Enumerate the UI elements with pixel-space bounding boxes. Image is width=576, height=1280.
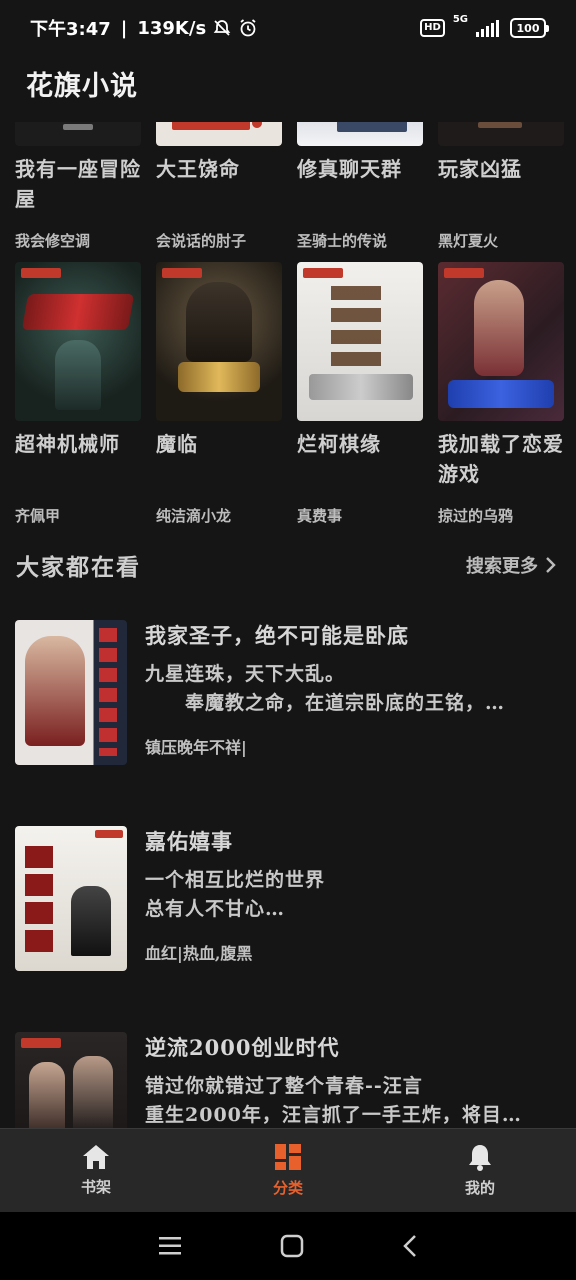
book-author: 真费事 [297,507,343,525]
nav-bookshelf-label: 书架 [80,1178,111,1196]
list-desc: 错过你就错过了整个青春--汪言 重生2000年，汪言抓了一手王炸，将目… [145,1075,522,1126]
list-info: 我家圣子，绝不可能是卧底 九星连珠，天下大乱。 奉魔教之命，在道宗卧底的王铭，…… [145,620,549,765]
nav-category[interactable]: 分类 [228,1143,348,1198]
category-icon [275,1144,301,1170]
app-title: 花旗小说 [26,71,138,102]
section-header: 大家都在看 搜索更多 [16,548,556,582]
book-cover[interactable] [156,122,282,146]
status-right: HD 5G 100 [420,14,549,38]
search-more-link[interactable]: 搜索更多 [466,552,556,578]
book-cover[interactable] [15,262,141,421]
book-card[interactable]: 我加载了恋爱游戏 掠过的乌鸦 [438,262,564,526]
nav-bookshelf[interactable]: 书架 [36,1144,156,1197]
book-title: 魔临 [156,432,198,456]
content-scroll[interactable]: 我有一座冒险屋 我会修空调 大王饶命 会说话的肘子 修真聊天群 圣骑士的传说 玩… [0,122,576,1128]
book-grid-row-2: 超神机械师 齐佩甲 魔临 纯洁滴小龙 烂柯棋缘 真费事 我加载了恋爱游戏 掠过的… [15,262,564,526]
book-title: 修真聊天群 [297,157,402,181]
book-card[interactable]: 魔临 纯洁滴小龙 [156,262,282,526]
nav-category-label: 分类 [272,1179,303,1197]
list-desc: 一个相互比烂的世界 总有人不甘心… [145,869,326,920]
mute-icon [213,20,231,36]
book-card[interactable]: 我有一座冒险屋 我会修空调 [15,122,141,251]
book-author: 齐佩甲 [15,507,61,525]
book-cover[interactable] [438,262,564,421]
status-divider: | [120,17,128,39]
status-bar: 下午3:47 | 139K/s HD 5G 100 [0,0,576,56]
signal-icon [476,20,499,37]
list-item[interactable]: 嘉佑嬉事 一个相互比烂的世界 总有人不甘心… 血红|热血,腹黑 [15,826,563,971]
book-cover[interactable] [156,262,282,421]
book-title: 超神机械师 [15,432,120,456]
book-card[interactable]: 修真聊天群 圣骑士的传说 [297,122,423,251]
status-left: 下午3:47 | 139K/s [30,15,258,41]
book-title: 我加载了恋爱游戏 [438,432,564,486]
chevron-right-icon [546,557,556,573]
list-title: 逆流2000创业时代 [145,1035,340,1060]
list-info: 嘉佑嬉事 一个相互比烂的世界 总有人不甘心… 血红|热血,腹黑 [145,826,549,971]
book-cover[interactable] [15,826,127,971]
book-grid-row-1: 我有一座冒险屋 我会修空调 大王饶命 会说话的肘子 修真聊天群 圣骑士的传说 玩… [15,122,564,251]
battery-level: 100 [516,21,540,35]
book-title: 烂柯棋缘 [297,432,381,456]
list-title: 我家圣子，绝不可能是卧底 [145,623,409,648]
book-cover[interactable] [297,122,423,146]
battery-icon: 100 [510,18,549,38]
book-author: 我会修空调 [15,232,91,250]
book-author: 纯洁滴小龙 [156,507,232,525]
book-title: 我有一座冒险屋 [15,157,141,211]
list-item[interactable]: 我家圣子，绝不可能是卧底 九星连珠，天下大乱。 奉魔教之命，在道宗卧底的王铭，…… [15,620,563,765]
book-cover[interactable] [15,620,127,765]
section-title: 大家都在看 [16,554,141,581]
bell-icon [469,1145,491,1171]
nav-mine-label: 我的 [464,1179,495,1197]
book-title: 玩家凶猛 [438,157,522,181]
network-type: 5G [452,14,468,25]
book-card[interactable]: 玩家凶猛 黑灯夏火 [438,122,564,251]
list-tag: 镇压晚年不祥| [145,738,247,757]
book-author: 圣骑士的传说 [297,232,388,250]
book-card[interactable]: 大王饶命 会说话的肘子 [156,122,282,251]
list-title: 嘉佑嬉事 [145,829,233,854]
home-square-icon[interactable] [280,1234,304,1258]
nav-mine[interactable]: 我的 [420,1143,540,1198]
list-desc: 九星连珠，天下大乱。 奉魔教之命，在道宗卧底的王铭，… [145,663,506,714]
back-icon[interactable] [402,1234,418,1258]
home-icon [83,1145,109,1169]
list-info: 逆流2000创业时代 错过你就错过了整个青春--汪言 重生2000年，汪言抓了一… [145,1032,549,1128]
list-tag: 血红|热血,腹黑 [145,944,253,963]
bottom-nav: 书架 分类 我的 [0,1128,576,1212]
book-title: 大王饶命 [156,157,240,181]
alarm-icon [240,19,256,37]
book-author: 黑灯夏火 [438,232,499,250]
net-speed: 139K/s [137,17,207,39]
book-card[interactable]: 烂柯棋缘 真费事 [297,262,423,526]
list-item[interactable]: 逆流2000创业时代 错过你就错过了整个青春--汪言 重生2000年，汪言抓了一… [15,1032,563,1128]
book-author: 会说话的肘子 [156,232,247,250]
system-nav-bar [0,1212,576,1280]
book-cover[interactable] [15,122,141,146]
hd-icon: HD [420,19,445,37]
book-cover[interactable] [15,1032,127,1128]
book-cover[interactable] [297,262,423,421]
menu-icon[interactable] [158,1235,182,1257]
book-card[interactable]: 超神机械师 齐佩甲 [15,262,141,526]
book-author: 掠过的乌鸦 [438,507,514,525]
status-time: 下午3:47 [30,19,111,40]
search-more-label: 搜索更多 [466,556,538,577]
book-cover[interactable] [438,122,564,146]
